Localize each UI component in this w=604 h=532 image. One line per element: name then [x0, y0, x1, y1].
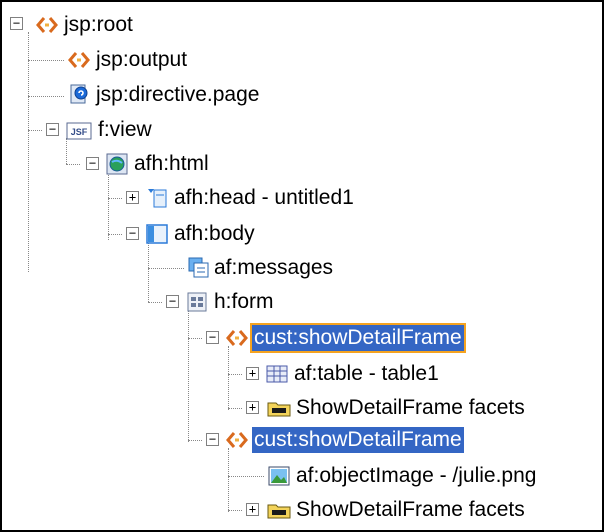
directive-page-icon [68, 84, 90, 106]
tree-node-label[interactable]: afh:body [172, 221, 257, 247]
expand-toggle[interactable]: + [126, 191, 139, 204]
tree-node-label[interactable]: jsp:output [94, 47, 189, 73]
folder-icon [266, 397, 291, 419]
tree-node-label[interactable]: af:objectImage - /julie.png [294, 463, 538, 489]
tree-node-label[interactable]: h:form [212, 289, 276, 315]
folder-icon [266, 499, 291, 521]
collapse-toggle[interactable]: − [206, 433, 219, 446]
globe-icon [106, 153, 128, 175]
image-icon [268, 465, 290, 487]
messages-icon [188, 257, 210, 279]
tree-node-label-selected[interactable]: cust:showDetailFrame [252, 427, 464, 453]
tree-node-label-selected[interactable]: cust:showDetailFrame [250, 323, 466, 353]
tree-node-label[interactable]: f:view [96, 117, 154, 143]
tree-node-label[interactable]: ShowDetailFrame facets [294, 497, 527, 523]
collapse-toggle[interactable]: − [206, 331, 219, 344]
tree-node-label[interactable]: afh:head - untitled1 [172, 185, 356, 211]
jsf-icon: JSF [66, 120, 92, 142]
tree-node-label[interactable]: jsp:directive.page [94, 82, 261, 108]
collapse-toggle[interactable]: − [46, 123, 59, 136]
collapse-toggle[interactable]: − [126, 227, 139, 240]
collapse-toggle[interactable]: − [10, 17, 23, 30]
body-panel-icon [146, 223, 168, 245]
collapse-toggle[interactable]: − [166, 295, 179, 308]
expand-toggle[interactable]: + [246, 367, 259, 380]
tree-node-label[interactable]: af:messages [212, 255, 335, 281]
svg-text:JSF: JSF [71, 127, 88, 137]
tree-node-label[interactable]: afh:html [132, 151, 211, 177]
jsp-tag-icon [226, 327, 248, 349]
tree-node-label[interactable]: af:table - table1 [292, 361, 441, 387]
expand-toggle[interactable]: + [246, 401, 259, 414]
jsp-tag-icon [36, 14, 58, 36]
tree-node-label[interactable]: jsp:root [62, 12, 135, 38]
jsp-tag-icon [226, 429, 248, 451]
table-icon [266, 363, 288, 385]
structure-panel: − jsp:root jsp:output jsp:directive.page… [0, 0, 604, 532]
head-icon [146, 187, 168, 209]
jsp-tag-icon [68, 49, 90, 71]
form-icon [186, 291, 208, 313]
tree-node-label[interactable]: ShowDetailFrame facets [294, 395, 527, 421]
expand-toggle[interactable]: + [246, 503, 259, 516]
collapse-toggle[interactable]: − [86, 157, 99, 170]
